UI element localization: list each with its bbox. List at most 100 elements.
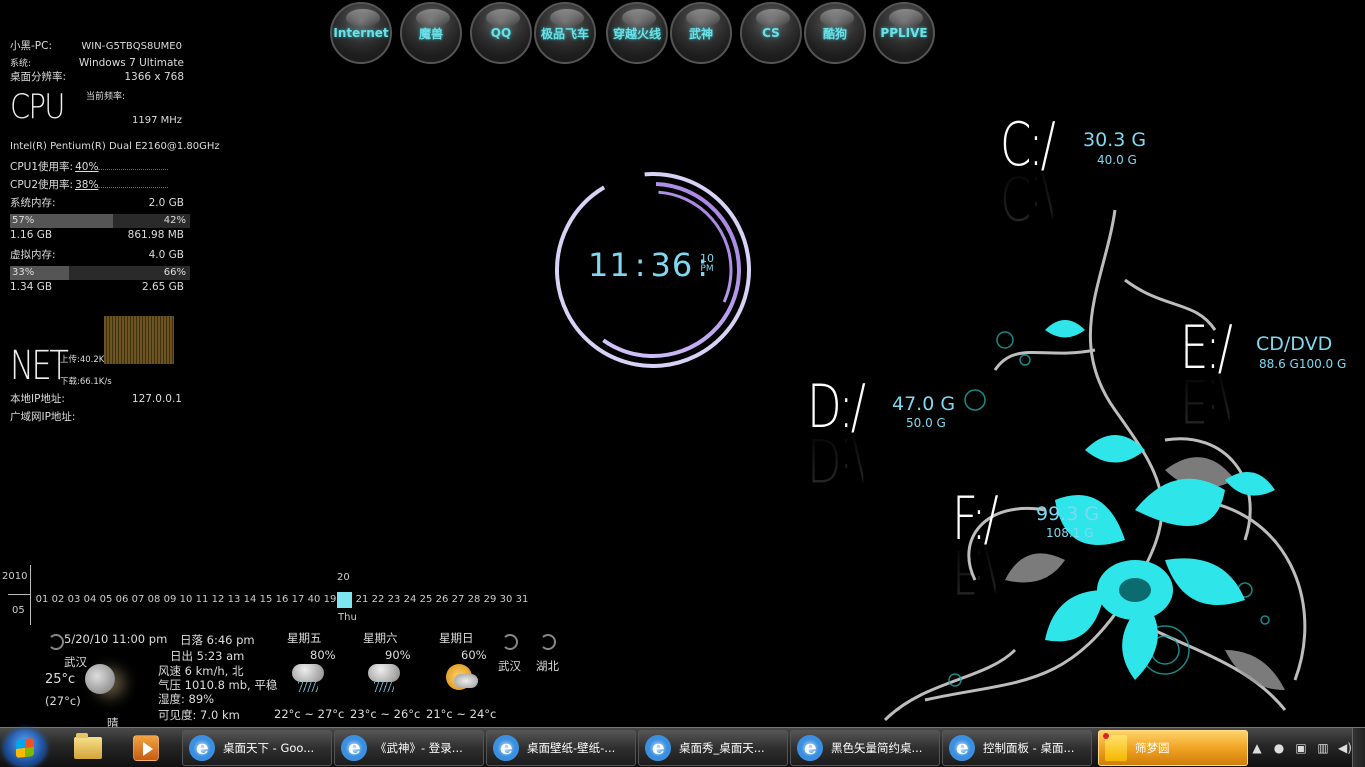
- cpu1-label: CPU1使用率:: [10, 161, 74, 173]
- drive-d-letter[interactable]: D:/: [807, 372, 866, 442]
- cpu1-graph: [98, 160, 169, 170]
- launcher-label: 极品飞车: [540, 26, 589, 41]
- calendar-day[interactable]: 07: [130, 594, 146, 605]
- launcher-qq[interactable]: QQ: [470, 2, 532, 64]
- calendar-day[interactable]: 03: [66, 594, 82, 605]
- freq-value: 1197 MHz: [132, 115, 183, 126]
- ie-icon: [493, 735, 519, 761]
- launcher-wushen[interactable]: 武神: [670, 2, 732, 64]
- drive-f-total: 108.1 G: [1046, 526, 1094, 540]
- calendar-day[interactable]: 11: [194, 594, 210, 605]
- calendar-day[interactable]: 13: [226, 594, 242, 605]
- weather-location-province[interactable]: 湖北: [536, 658, 559, 674]
- launcher-pplive[interactable]: PPLIVE: [873, 2, 935, 64]
- launcher-label: 酷狗: [822, 26, 847, 41]
- media-player-icon: [133, 735, 159, 761]
- calendar-day[interactable]: 06: [114, 594, 130, 605]
- taskbar-item[interactable]: 桌面天下 - Goo...: [182, 730, 332, 766]
- taskbar-item[interactable]: 控制面板 - 桌面...: [942, 730, 1092, 766]
- vmemory-bar: 33% 66%: [10, 266, 190, 280]
- calendar-day[interactable]: 09: [162, 594, 178, 605]
- calendar-day[interactable]: 17: [290, 594, 306, 605]
- calendar-day[interactable]: 14: [242, 594, 258, 605]
- taskbar-item-label: 桌面天下 - Goo...: [223, 741, 315, 755]
- calendar-day[interactable]: 24: [402, 594, 418, 605]
- launcher-label: QQ: [490, 26, 512, 40]
- calendar-day[interactable]: 21: [354, 594, 370, 605]
- wan-ip-label: 广域网IP地址:: [10, 411, 76, 423]
- ie-icon: [341, 735, 367, 761]
- weather-updated: 5/20/10 11:00 pm: [64, 632, 168, 646]
- action-center-icon[interactable]: ▣: [1294, 741, 1308, 755]
- qq-tray-icon[interactable]: ●: [1272, 741, 1286, 755]
- os-label: 系统:: [10, 59, 32, 69]
- taskbar-item[interactable]: 《武神》- 登录...: [334, 730, 484, 766]
- ie-icon: [189, 735, 215, 761]
- launcher-crossfire[interactable]: 穿越火线: [606, 2, 668, 64]
- taskbar-item-active[interactable]: 筛梦圆: [1098, 730, 1248, 766]
- rotate-arrow-icon[interactable]: [540, 634, 556, 650]
- memory-used-pct: 57%: [12, 215, 35, 226]
- calendar-day[interactable]: 04: [82, 594, 98, 605]
- drive-d-free: 47.0 G: [892, 393, 956, 415]
- calendar-day[interactable]: 12: [210, 594, 226, 605]
- pinned-media-player[interactable]: [124, 732, 168, 764]
- vmemory-free: 2.65 GB: [141, 281, 184, 293]
- calendar-day[interactable]: 19: [322, 594, 338, 605]
- download-speed: 下载:66.1K/s: [60, 377, 112, 387]
- taskbar-item[interactable]: 桌面秀_桌面天...: [638, 730, 788, 766]
- calendar-day[interactable]: 22: [370, 594, 386, 605]
- calendar-day[interactable]: 16: [274, 594, 290, 605]
- volume-icon[interactable]: ◀): [1338, 741, 1352, 755]
- launcher-kugou[interactable]: 酷狗: [804, 2, 866, 64]
- calendar-day[interactable]: 08: [146, 594, 162, 605]
- calendar-today-marker[interactable]: [337, 592, 352, 608]
- system-info-gadget: 小黑-PC: WIN-G5TBQS8UME0 系统: Windows 7 Ultim…: [10, 38, 220, 427]
- taskbar-item-label: 《武神》- 登录...: [375, 741, 463, 755]
- calendar-day[interactable]: 29: [482, 594, 498, 605]
- taskbar: 桌面天下 - Goo... 《武神》- 登录... 桌面壁纸-壁纸-... 桌面…: [0, 727, 1365, 767]
- start-button[interactable]: [4, 729, 46, 767]
- network-graph: [104, 316, 174, 364]
- calendar-day[interactable]: 30: [498, 594, 514, 605]
- calendar-day[interactable]: 40: [306, 594, 322, 605]
- calendar-day[interactable]: 31: [514, 594, 530, 605]
- thunderstorm-icon: [290, 662, 326, 692]
- drive-f-letter[interactable]: F:/: [952, 484, 999, 554]
- ie-icon: [949, 735, 975, 761]
- calendar-day[interactable]: 05: [98, 594, 114, 605]
- taskbar-item[interactable]: 桌面壁纸-壁纸-...: [486, 730, 636, 766]
- pinned-explorer[interactable]: [66, 732, 110, 764]
- launcher-label: CS: [762, 26, 780, 40]
- weather-location-city[interactable]: 武汉: [498, 658, 521, 674]
- calendar-day[interactable]: 02: [50, 594, 66, 605]
- show-hidden-icons-icon[interactable]: ▲: [1250, 741, 1264, 755]
- cpu2-value: 38%: [75, 179, 99, 191]
- clock-separator: :: [634, 246, 647, 284]
- calendar-day[interactable]: 25: [418, 594, 434, 605]
- taskbar-item-label: 黑色矢量简约桌...: [831, 741, 923, 755]
- calendar-day[interactable]: 28: [466, 594, 482, 605]
- show-desktop-button[interactable]: [1352, 728, 1365, 767]
- memory-free-pct: 42%: [163, 215, 186, 226]
- launcher-internet[interactable]: Internet: [330, 2, 392, 64]
- calendar-day[interactable]: 15: [258, 594, 274, 605]
- launcher-need-for-speed[interactable]: 极品飞车: [534, 2, 596, 64]
- launcher-cs[interactable]: CS: [740, 2, 802, 64]
- drive-c-letter[interactable]: C:/: [1000, 110, 1056, 180]
- refresh-arrow-icon[interactable]: [48, 634, 64, 650]
- calendar-day[interactable]: 23: [386, 594, 402, 605]
- calendar-day[interactable]: 01: [34, 594, 50, 605]
- calendar-day[interactable]: 27: [450, 594, 466, 605]
- weather-temp: 25°c: [45, 672, 76, 687]
- rotate-arrow-icon[interactable]: [502, 634, 518, 650]
- calendar-day[interactable]: 26: [434, 594, 450, 605]
- taskbar-item[interactable]: 黑色矢量简约桌...: [790, 730, 940, 766]
- launcher-warcraft[interactable]: 魔兽: [400, 2, 462, 64]
- drive-e-letter[interactable]: E:/: [1180, 313, 1233, 383]
- calendar-day[interactable]: 10: [178, 594, 194, 605]
- network-icon[interactable]: ▥: [1316, 741, 1330, 755]
- calendar-today-dow: Thu: [338, 612, 357, 623]
- drive-f-free: 99.3 G: [1036, 503, 1100, 525]
- weather-visibility: 可见度: 7.0 km: [158, 708, 240, 722]
